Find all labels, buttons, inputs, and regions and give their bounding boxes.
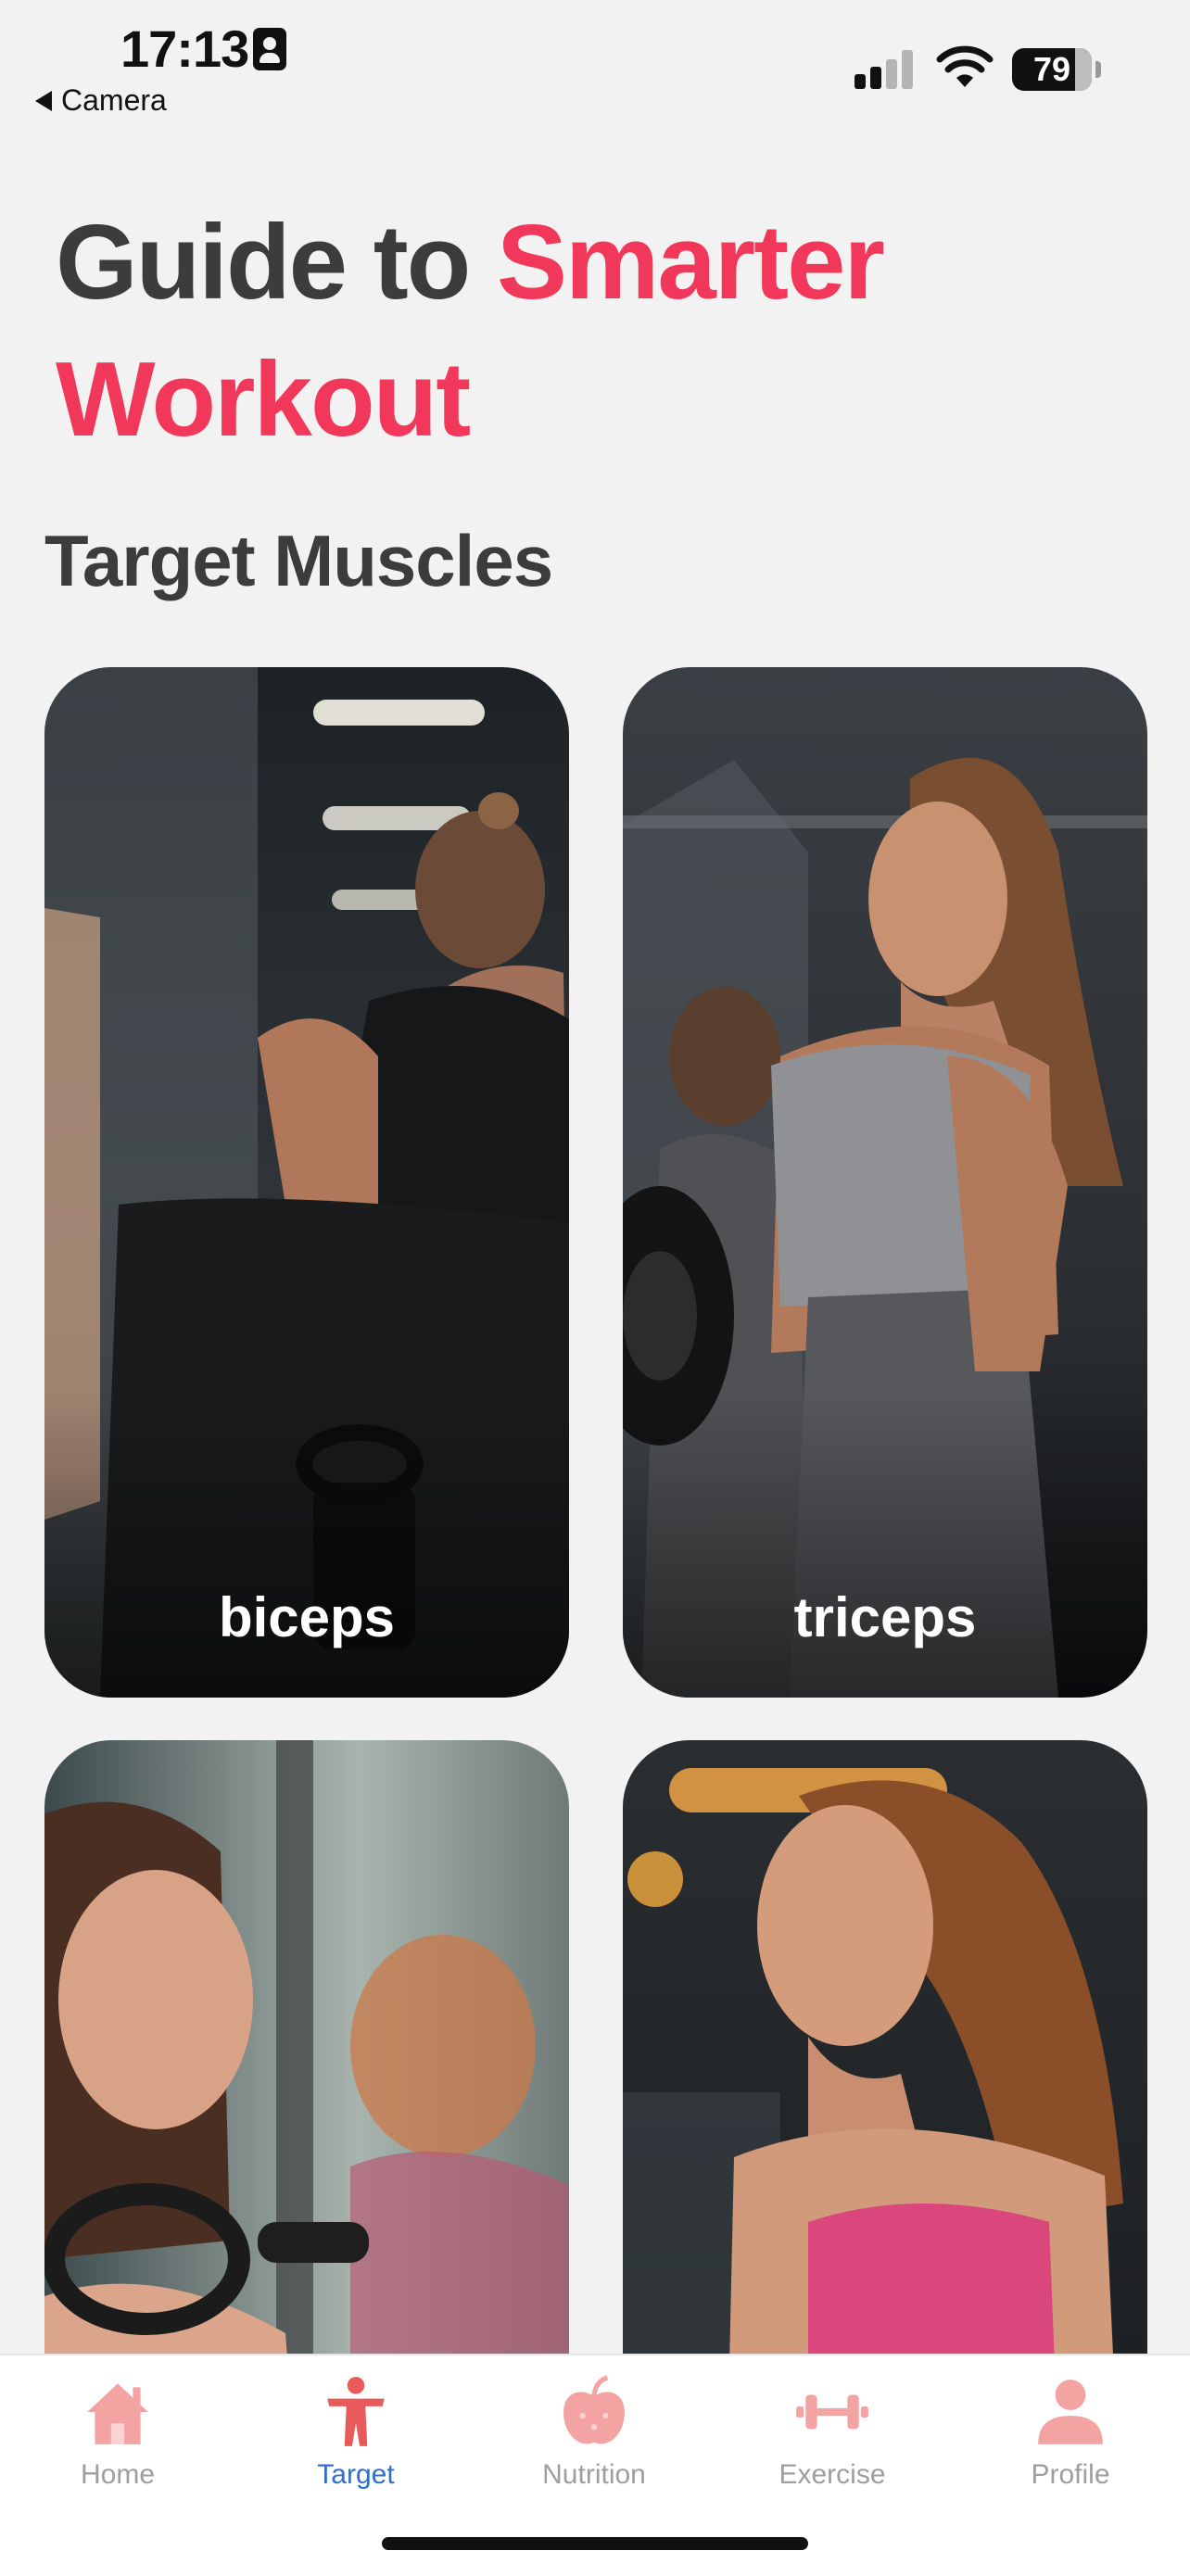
- tab-home[interactable]: Home: [25, 2374, 210, 2491]
- dumbbell-icon: [796, 2394, 868, 2430]
- status-time: 17:13: [120, 19, 249, 78]
- biceps-photo: [44, 667, 569, 1698]
- back-arrow-icon: [35, 90, 52, 111]
- tab-label-profile: Profile: [1031, 2459, 1110, 2490]
- back-to-camera-link[interactable]: Camera: [35, 83, 167, 118]
- card-label-biceps: biceps: [218, 1586, 396, 1648]
- contact-card-icon: [253, 28, 286, 70]
- tab-profile[interactable]: Profile: [978, 2374, 1163, 2491]
- battery-icon: 79: [1012, 48, 1092, 91]
- profile-icon: [1038, 2380, 1103, 2444]
- muscle-card-triceps[interactable]: triceps: [623, 667, 1147, 1698]
- title-part-1: Guide to: [56, 204, 497, 322]
- section-title: Target Muscles: [44, 520, 553, 601]
- muscle-card-biceps[interactable]: biceps: [44, 667, 569, 1698]
- tab-target[interactable]: Target: [263, 2374, 449, 2491]
- triceps-photo: [623, 667, 1147, 1698]
- home-indicator[interactable]: [382, 2537, 808, 2550]
- battery-level: 79: [1032, 50, 1071, 88]
- back-app-label: Camera: [61, 83, 167, 117]
- page-title: Guide to Smarter Workout: [56, 195, 1121, 469]
- person-icon: [327, 2377, 385, 2446]
- house-icon: [87, 2383, 148, 2444]
- tab-nutrition[interactable]: Nutrition: [501, 2374, 687, 2491]
- tab-label-exercise: Exercise: [779, 2459, 886, 2490]
- tab-exercise[interactable]: Exercise: [740, 2374, 925, 2491]
- tab-label-target: Target: [317, 2459, 395, 2490]
- wifi-icon: [936, 45, 994, 87]
- cellular-signal-icon: [855, 44, 919, 89]
- battery-tip: [1095, 61, 1101, 78]
- card-label-triceps: triceps: [793, 1586, 977, 1648]
- tab-label-nutrition: Nutrition: [542, 2459, 646, 2490]
- apple-icon: [563, 2375, 625, 2444]
- tab-label-home: Home: [80, 2459, 156, 2490]
